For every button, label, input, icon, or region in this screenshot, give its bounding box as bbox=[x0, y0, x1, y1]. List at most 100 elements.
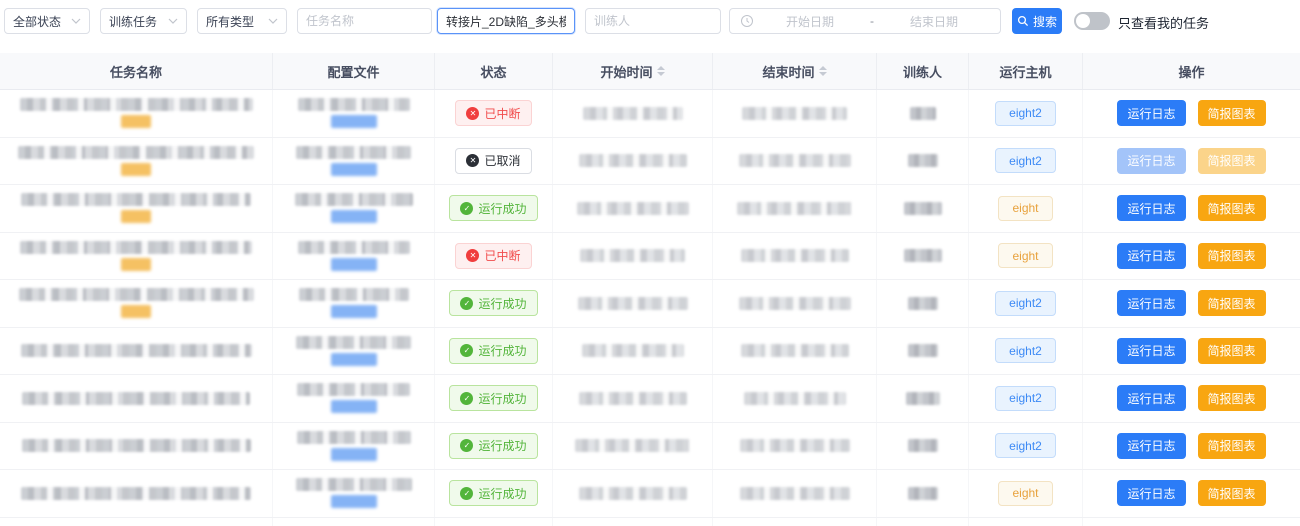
cell-trainer bbox=[877, 185, 969, 232]
host-badge: eight2 bbox=[995, 338, 1056, 363]
category-select[interactable]: 所有类型 bbox=[197, 8, 287, 34]
redacted-trainer bbox=[904, 202, 942, 215]
redacted-task-tag bbox=[121, 258, 151, 271]
report-chart-button[interactable]: 简报图表 bbox=[1198, 195, 1266, 221]
cell-trainer bbox=[877, 280, 969, 327]
cell-status: ✓ 运行成功 bbox=[435, 375, 553, 422]
cell-status: ✓ 运行成功 bbox=[435, 280, 553, 327]
search-button-label: 搜索 bbox=[1033, 13, 1057, 30]
status-badge: ✕ 已中断 bbox=[455, 243, 531, 269]
run-log-button[interactable]: 运行日志 bbox=[1117, 243, 1185, 269]
cell-status: ✓ 运行成功 bbox=[435, 328, 553, 375]
redacted-task-tag bbox=[121, 210, 151, 223]
start-date-placeholder[interactable]: 开始日期 bbox=[754, 13, 866, 30]
report-chart-button[interactable]: 简报图表 bbox=[1198, 243, 1266, 269]
sort-icon[interactable] bbox=[819, 66, 827, 76]
redacted-config-link[interactable] bbox=[331, 305, 377, 318]
redacted-config-link[interactable] bbox=[331, 163, 377, 176]
cell-end-time bbox=[713, 328, 877, 375]
redacted-start-time bbox=[582, 344, 684, 357]
model-search-input[interactable] bbox=[437, 8, 575, 34]
redacted-config-link[interactable] bbox=[331, 258, 377, 271]
redacted-config-file bbox=[296, 146, 411, 159]
cell-start-time bbox=[553, 375, 713, 422]
cell-trainer bbox=[877, 518, 969, 526]
cell-task-name bbox=[0, 185, 273, 232]
date-range-picker[interactable]: 开始日期 - 结束日期 bbox=[729, 8, 1001, 34]
cell-trainer bbox=[877, 375, 969, 422]
clock-icon bbox=[740, 14, 754, 28]
run-log-button[interactable]: 运行日志 bbox=[1117, 338, 1185, 364]
category-select-value: 所有类型 bbox=[206, 13, 254, 30]
report-chart-button[interactable]: 简报图表 bbox=[1198, 385, 1266, 411]
column-header-label: 配置文件 bbox=[327, 62, 379, 81]
report-chart-button[interactable]: 简报图表 bbox=[1198, 433, 1266, 459]
status-badge: ✓ 运行成功 bbox=[449, 338, 537, 364]
run-log-button[interactable]: 运行日志 bbox=[1117, 100, 1185, 126]
table-row: ✓ 运行成功 eight 运行日志 简报图表 bbox=[0, 185, 1300, 233]
status-label: 已中断 bbox=[484, 247, 520, 264]
sort-icon[interactable] bbox=[657, 66, 665, 76]
cell-host: eight2 bbox=[969, 423, 1083, 470]
end-date-placeholder[interactable]: 结束日期 bbox=[878, 13, 990, 30]
cell-config-file bbox=[273, 423, 435, 470]
cell-host bbox=[969, 518, 1083, 526]
redacted-config-link[interactable] bbox=[331, 353, 377, 366]
column-header-actions: 操作 bbox=[1083, 53, 1300, 89]
cell-status: ✕ 已取消 bbox=[435, 138, 553, 185]
status-icon: ✕ bbox=[466, 154, 479, 167]
search-button[interactable]: 搜索 bbox=[1012, 8, 1062, 34]
task-name-input[interactable] bbox=[297, 8, 432, 34]
column-header-status: 状态 bbox=[435, 53, 553, 89]
run-log-button[interactable]: 运行日志 bbox=[1117, 148, 1185, 174]
redacted-config-file bbox=[299, 288, 409, 301]
redacted-config-link[interactable] bbox=[331, 495, 377, 508]
run-log-button[interactable]: 运行日志 bbox=[1117, 480, 1185, 506]
status-icon: ✓ bbox=[460, 202, 473, 215]
trainer-input[interactable] bbox=[585, 8, 721, 34]
redacted-config-link[interactable] bbox=[331, 448, 377, 461]
my-tasks-toggle[interactable] bbox=[1074, 12, 1110, 30]
cell-end-time bbox=[713, 280, 877, 327]
cell-status bbox=[435, 518, 553, 526]
redacted-end-time bbox=[739, 297, 851, 310]
table-row: ✓ 运行成功 eight 运行日志 简报图表 bbox=[0, 470, 1300, 518]
report-chart-button[interactable]: 简报图表 bbox=[1198, 100, 1266, 126]
status-select-value: 全部状态 bbox=[13, 13, 61, 30]
cell-actions: 运行日志 简报图表 bbox=[1083, 470, 1300, 517]
cell-task-name bbox=[0, 90, 273, 137]
report-chart-button[interactable]: 简报图表 bbox=[1198, 290, 1266, 316]
filter-bar: 全部状态 训练任务 所有类型 开始日期 - 结束日期 bbox=[0, 0, 1300, 53]
redacted-trainer bbox=[908, 344, 938, 357]
cell-actions: 运行日志 简报图表 bbox=[1083, 328, 1300, 375]
run-log-button[interactable]: 运行日志 bbox=[1117, 195, 1185, 221]
report-chart-button[interactable]: 简报图表 bbox=[1198, 148, 1266, 174]
cell-trainer bbox=[877, 328, 969, 375]
status-badge: ✓ 运行成功 bbox=[449, 385, 537, 411]
cell-end-time bbox=[713, 233, 877, 280]
report-chart-button[interactable]: 简报图表 bbox=[1198, 480, 1266, 506]
cell-status: ✓ 运行成功 bbox=[435, 470, 553, 517]
status-select[interactable]: 全部状态 bbox=[4, 8, 90, 34]
status-label: 运行成功 bbox=[478, 295, 526, 312]
task-type-select[interactable]: 训练任务 bbox=[100, 8, 187, 34]
redacted-task-name bbox=[19, 288, 254, 301]
cell-host: eight2 bbox=[969, 280, 1083, 327]
redacted-trainer bbox=[910, 107, 936, 120]
run-log-button[interactable]: 运行日志 bbox=[1117, 385, 1185, 411]
redacted-config-link[interactable] bbox=[331, 115, 377, 128]
cell-status: ✓ 运行成功 bbox=[435, 423, 553, 470]
redacted-config-link[interactable] bbox=[331, 400, 377, 413]
cell-host: eight bbox=[969, 233, 1083, 280]
redacted-config-link[interactable] bbox=[331, 210, 377, 223]
redacted-task-name bbox=[21, 193, 251, 206]
redacted-end-time bbox=[737, 202, 852, 215]
status-label: 已中断 bbox=[484, 105, 520, 122]
table-row bbox=[0, 518, 1300, 526]
status-badge: ✓ 运行成功 bbox=[449, 480, 537, 506]
run-log-button[interactable]: 运行日志 bbox=[1117, 433, 1185, 459]
run-log-button[interactable]: 运行日志 bbox=[1117, 290, 1185, 316]
report-chart-button[interactable]: 简报图表 bbox=[1198, 338, 1266, 364]
redacted-trainer bbox=[908, 297, 938, 310]
cell-actions bbox=[1083, 518, 1300, 526]
